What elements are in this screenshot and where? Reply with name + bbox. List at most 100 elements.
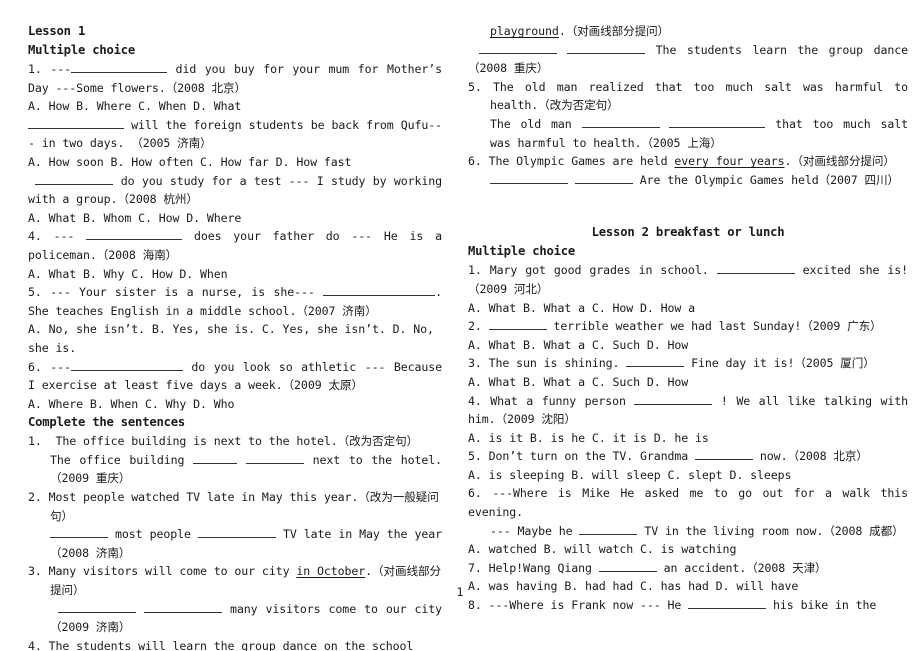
- answer-suffix: Are the Olympic Games held（2007 四川）: [632, 172, 900, 187]
- answer-blank[interactable]: [70, 359, 183, 371]
- multiple-choice-heading-1: Multiple choice: [28, 43, 136, 57]
- question-item: 7. Help!Wang Qiang an accident.（2008 天津）: [468, 559, 908, 578]
- complete-item: 6. The Olympic Games are held every four…: [468, 152, 908, 171]
- answer-blank[interactable]: [716, 263, 795, 275]
- question-stem-prefix: 1. ---: [28, 62, 71, 76]
- question-options: A. What B. What a C. Such D. How: [468, 337, 689, 352]
- continued-underlined-word: playground: [490, 24, 559, 38]
- item-number: 1.: [28, 434, 42, 449]
- question-sub-prefix: --- Maybe he: [490, 523, 580, 538]
- question-stem-prefix: 2.: [468, 319, 489, 334]
- question-stem-suffix: Fine day it is!（2005 厦门）: [684, 356, 875, 371]
- question-item: 4. What a funny person ! We all like tal…: [468, 392, 908, 429]
- answer-blank[interactable]: [581, 116, 660, 128]
- question-item: 3. The sun is shining. Fine day it is!（2…: [468, 354, 908, 373]
- continued-answer-line: The students learn the group dance（2008 …: [468, 41, 908, 78]
- answer-prefix: The office building: [50, 452, 194, 467]
- item-number: 4.: [28, 638, 42, 651]
- answer-blank[interactable]: [70, 61, 167, 73]
- answer-blank[interactable]: [626, 356, 685, 368]
- item-prompt-plain: The students will learn the group dance: [48, 638, 324, 651]
- question-options: A. What B. Whom C. How D. Where: [28, 210, 242, 225]
- answer-blank[interactable]: [28, 117, 124, 129]
- question-item: 5. Don’t turn on the TV. Grandma now.（20…: [468, 447, 908, 466]
- question-item: 6. --- do you look so athletic --- Becau…: [28, 358, 442, 395]
- complete-item: 2. Most people watched TV late in May th…: [28, 488, 442, 525]
- answer-blank[interactable]: [144, 601, 222, 613]
- two-column-layout: Lesson 1 Multiple choice 1. --- did you …: [0, 22, 920, 651]
- answer-blank[interactable]: [197, 527, 276, 539]
- question-stem-prefix: 7. Help!Wang Qiang: [468, 560, 599, 575]
- page-number: 1: [456, 585, 464, 599]
- lesson-2-heading: Lesson 2 breakfast or lunch: [591, 225, 785, 240]
- question-options: A. What B. Why C. How D. When: [28, 266, 228, 281]
- question-options: A. watched B. will watch C. is watching: [468, 542, 737, 557]
- answer-blank[interactable]: [598, 560, 657, 572]
- answer-blank[interactable]: [579, 523, 638, 535]
- answer-blank[interactable]: [695, 449, 754, 461]
- answer-mid: most people: [108, 527, 198, 542]
- complete-item: 1. The office building is next to the ho…: [28, 432, 442, 451]
- answer-prefix: The old man: [490, 116, 582, 131]
- answer-blank[interactable]: [323, 284, 436, 297]
- item-prompt-underlined: in October: [296, 564, 366, 579]
- continued-prompt: playground.（对画线部分提问）: [468, 22, 908, 41]
- question-item: 2. terrible weather we had last Sunday!（…: [468, 317, 908, 336]
- answer-blank[interactable]: [669, 116, 766, 128]
- answer-blank[interactable]: [488, 318, 547, 331]
- complete-answer-line: most people TV late in May the year（2008…: [28, 525, 442, 562]
- question-stem-suffix: now.（2008 北京）: [753, 449, 868, 464]
- question-stem-prefix: 3. The sun is shining.: [468, 356, 627, 371]
- item-prompt: The old man realized that too much salt …: [490, 79, 908, 113]
- answer-blank[interactable]: [193, 452, 238, 464]
- question-options: A. How soon B. How often C. How far D. H…: [28, 154, 352, 169]
- item-prompt-plain: Many visitors will come to our city: [48, 564, 297, 579]
- question-options: A. What B. What a C. How D. How a: [468, 300, 696, 315]
- item-number: 3.: [28, 564, 42, 579]
- complete-answer-line: many visitors come to our city（2009 济南）: [28, 600, 442, 637]
- item-prompt: The office building is next to the hotel…: [55, 434, 419, 449]
- answer-blank[interactable]: [574, 172, 633, 184]
- question-stem-prefix: 4. What a funny person: [468, 393, 635, 408]
- item-prompt-underlined: on the school: [323, 638, 414, 651]
- answer-blank[interactable]: [567, 42, 646, 54]
- complete-sentences-heading: Complete the sentences: [28, 415, 186, 430]
- answer-blank[interactable]: [86, 229, 183, 241]
- item-prompt-underlined: every four years: [674, 154, 785, 169]
- answer-blank[interactable]: [58, 601, 136, 613]
- item-prompt-plain: The Olympic Games are held: [488, 154, 675, 169]
- answer-blank[interactable]: [478, 42, 557, 54]
- item-number: 2.: [28, 490, 42, 505]
- question-options: A. is sleeping B. will sleep C. slept D.…: [468, 467, 792, 482]
- lesson-1-heading: Lesson 1: [28, 24, 86, 38]
- question-item: 6. ---Where is Mike He asked me to go ou…: [468, 484, 908, 521]
- question-item: do you study for a test --- I study by w…: [28, 172, 442, 209]
- complete-answer-line: The old man that too much salt was harmf…: [468, 115, 908, 152]
- item-prompt: Most people watched TV late in May this …: [48, 490, 439, 523]
- continued-tail: .（对画线部分提问）: [558, 24, 670, 38]
- answer-blank[interactable]: [688, 597, 767, 610]
- question-item: 1. Mary got good grades in school. excit…: [468, 261, 908, 298]
- question-stem-suffix: his bike in the: [766, 598, 877, 613]
- question-item: 4. --- does your father do --- He is a p…: [28, 227, 442, 264]
- question-stem-prefix: 6. ---Where is Mike He asked me to go ou…: [468, 486, 908, 520]
- item-number: 6.: [468, 154, 482, 169]
- answer-blank[interactable]: [50, 527, 108, 539]
- question-stem-prefix: 1. Mary got good grades in school.: [468, 263, 717, 278]
- question-sub-suffix: TV in the living room now.（2008 成都）: [637, 523, 904, 538]
- question-item: 5. --- Your sister is a nurse, is she---…: [28, 283, 442, 320]
- question-options: A. is it B. is he C. it is D. he is: [468, 430, 709, 445]
- complete-answer-line: Are the Olympic Games held（2007 四川）: [468, 171, 908, 190]
- answer-blank[interactable]: [490, 172, 568, 184]
- answer-blank[interactable]: [35, 173, 114, 185]
- question-item: will the foreign students be back from Q…: [28, 116, 442, 153]
- complete-answer-line: The office building next to the hotel.（2…: [28, 451, 442, 488]
- question-stem-suffix: an accident.（2008 天津）: [656, 560, 827, 575]
- complete-item: 4. The students will learn the group dan…: [28, 637, 442, 651]
- question-stem-prefix: 4. ---: [28, 229, 87, 244]
- question-stem-prefix: 5. --- Your sister is a nurse, is she---: [28, 285, 324, 300]
- answer-blank[interactable]: [245, 452, 304, 464]
- answer-blank[interactable]: [634, 393, 713, 405]
- question-options: A. How B. Where C. When D. What: [28, 99, 242, 114]
